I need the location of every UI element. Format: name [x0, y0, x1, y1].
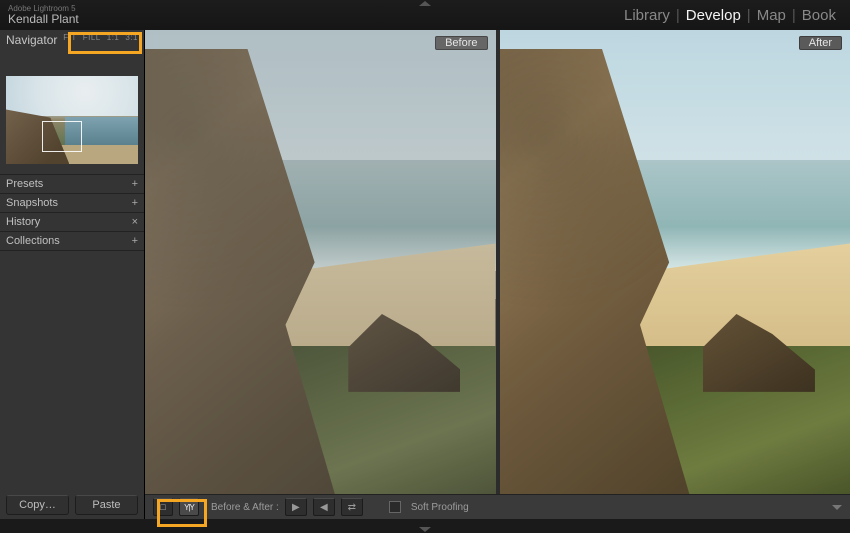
panel-collections[interactable]: Collections + — [0, 231, 144, 250]
before-badge: Before — [435, 36, 487, 50]
panel-label: Presets — [6, 178, 43, 190]
panel-expand-icon[interactable]: + — [132, 178, 138, 190]
copy-after-to-before-button[interactable] — [313, 498, 335, 516]
copy-before-to-after-button[interactable] — [285, 498, 307, 516]
panel-snapshots[interactable]: Snapshots + — [0, 193, 144, 212]
swap-before-after-button[interactable] — [341, 498, 363, 516]
module-library[interactable]: Library — [624, 7, 670, 24]
module-map[interactable]: Map — [757, 7, 786, 24]
center-panel: Before After Before & After : — [145, 30, 850, 519]
filmstrip-collapse-icon[interactable] — [419, 527, 431, 532]
zoom-level-fill[interactable]: FILL — [83, 33, 101, 42]
navigator-zoom-group: FIT FILL 1:1 3:1 — [63, 33, 138, 42]
module-separator: | — [747, 7, 751, 24]
panel-label: Collections — [6, 235, 60, 247]
navigator-thumbnail[interactable] — [6, 76, 138, 164]
zoom-level-fit[interactable]: FIT — [63, 33, 77, 42]
before-after-view-button[interactable] — [179, 498, 199, 516]
panel-history[interactable]: History × — [0, 212, 144, 231]
left-button-bar: Copy… Paste — [0, 495, 144, 519]
after-pane: After — [498, 30, 850, 494]
module-book[interactable]: Book — [802, 7, 836, 24]
identity-plate: Adobe Lightroom 5 Kendall Plant — [8, 5, 79, 26]
top-panel-collapse-icon[interactable] — [419, 1, 431, 6]
module-separator: | — [676, 7, 680, 24]
module-picker: Library | Develop | Map | Book — [624, 7, 836, 24]
workspace: Navigator FIT FILL 1:1 3:1 Presets + — [0, 30, 850, 519]
panel-expand-icon[interactable]: + — [132, 235, 138, 247]
after-badge: After — [799, 36, 842, 50]
after-photo — [500, 30, 850, 494]
navigator-label: Navigator — [6, 33, 57, 47]
left-panel-group: Navigator FIT FILL 1:1 3:1 Presets + — [0, 30, 145, 519]
module-separator: | — [792, 7, 796, 24]
toolbar-disclosure-icon[interactable] — [832, 505, 842, 510]
app-root: Adobe Lightroom 5 Kendall Plant Library … — [0, 0, 850, 533]
panel-presets[interactable]: Presets + — [0, 174, 144, 193]
compare-viewer[interactable]: Before After — [145, 30, 850, 494]
before-after-label: Before & After : — [211, 502, 279, 513]
module-develop[interactable]: Develop — [686, 7, 741, 24]
develop-toolbar: Before & After : Soft Proofing — [145, 494, 850, 519]
panel-close-icon[interactable]: × — [132, 216, 138, 228]
soft-proofing-checkbox[interactable] — [389, 501, 401, 513]
loupe-view-button[interactable] — [153, 498, 173, 516]
panel-label: Snapshots — [6, 197, 58, 209]
user-name-label: Kendall Plant — [8, 13, 79, 26]
navigator-header[interactable]: Navigator FIT FILL 1:1 3:1 — [0, 30, 144, 50]
before-pane: Before — [145, 30, 498, 494]
copy-settings-button[interactable]: Copy… — [6, 495, 69, 515]
zoom-level-3to1[interactable]: 3:1 — [125, 33, 138, 42]
panel-label: History — [6, 216, 40, 228]
navigator-view-rect[interactable] — [42, 121, 82, 152]
before-photo — [145, 30, 496, 494]
zoom-level-1to1[interactable]: 1:1 — [107, 33, 120, 42]
panel-expand-icon[interactable]: + — [132, 197, 138, 209]
left-panel-fill — [0, 250, 144, 495]
soft-proofing-label: Soft Proofing — [411, 502, 469, 513]
nav-thumb-sky — [6, 76, 138, 116]
paste-settings-button[interactable]: Paste — [75, 495, 138, 515]
